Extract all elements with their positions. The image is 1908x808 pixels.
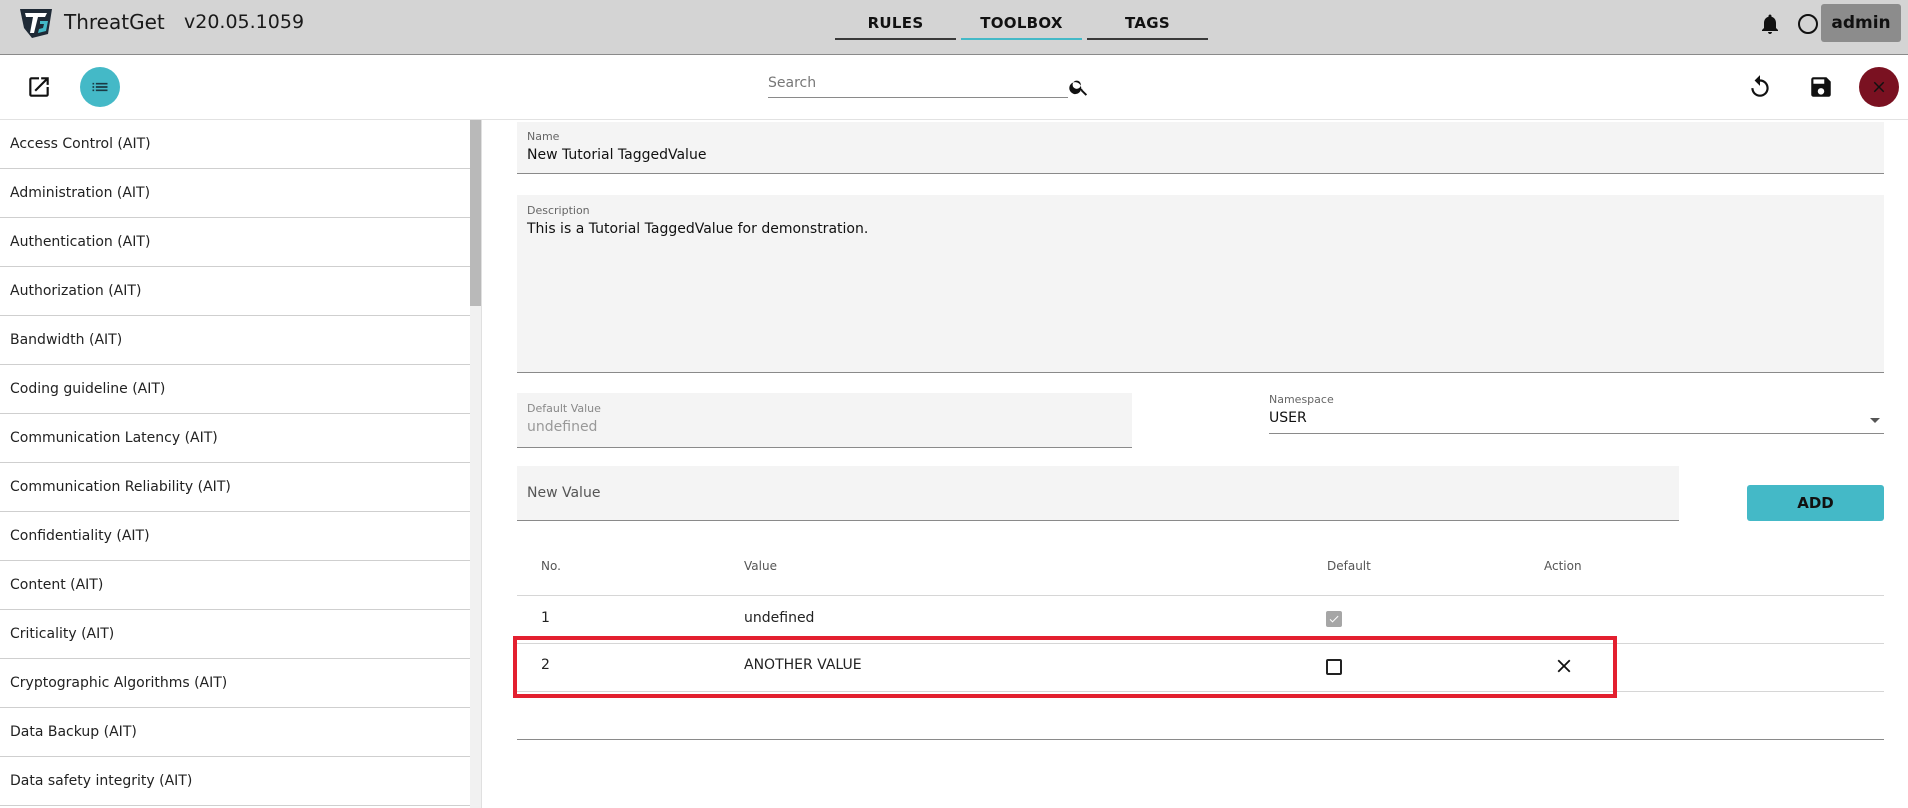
description-field[interactable]: Description This is a Tutorial TaggedVal…: [517, 195, 1884, 373]
sidebar-item-administration[interactable]: Administration (AIT): [0, 169, 470, 218]
new-value-placeholder: New Value: [527, 485, 601, 501]
app-name: ThreatGet: [64, 10, 165, 34]
name-value: New Tutorial TaggedValue: [527, 147, 707, 163]
search-field: [768, 70, 1068, 98]
sidebar-item-bandwidth[interactable]: Bandwidth (AIT): [0, 316, 470, 365]
sidebar-item-communication-reliability[interactable]: Communication Reliability (AIT): [0, 463, 470, 512]
sidebar-list: Access Control (AIT) Administration (AIT…: [0, 120, 470, 806]
default-value-label: Default Value: [527, 402, 601, 415]
threatget-logo: [20, 9, 52, 38]
sidebar-item-coding-guideline[interactable]: Coding guideline (AIT): [0, 365, 470, 414]
add-value-button[interactable]: ADD: [1747, 485, 1884, 521]
tab-rules[interactable]: RULES: [835, 0, 956, 40]
sidebar-item-authentication[interactable]: Authentication (AIT): [0, 218, 470, 267]
sidebar-item-data-backup[interactable]: Data Backup (AIT): [0, 708, 470, 757]
highlight-box: [513, 636, 1617, 698]
tab-tags[interactable]: TAGS: [1087, 0, 1208, 40]
undo-icon[interactable]: [1747, 74, 1773, 100]
row-value: undefined: [744, 610, 815, 626]
table-header-value: Value: [744, 559, 777, 573]
new-value-field[interactable]: New Value: [517, 466, 1679, 521]
namespace-label: Namespace: [1269, 393, 1334, 406]
default-value-field: Default Value undefined: [517, 393, 1132, 448]
table-divider: [517, 595, 1884, 596]
sidebar: Access Control (AIT) Administration (AIT…: [0, 120, 482, 808]
name-field[interactable]: Name New Tutorial TaggedValue: [517, 122, 1884, 174]
sidebar-scrollbar-thumb[interactable]: [470, 120, 481, 306]
search-icon[interactable]: [1068, 76, 1090, 98]
sidebar-item-access-control[interactable]: Access Control (AIT): [0, 120, 470, 169]
default-checkbox: [1326, 611, 1342, 627]
close-button[interactable]: [1859, 67, 1899, 107]
sidebar-item-data-safety-integrity[interactable]: Data safety integrity (AIT): [0, 757, 470, 806]
sidebar-item-cryptographic-algorithms[interactable]: Cryptographic Algorithms (AIT): [0, 659, 470, 708]
description-label: Description: [527, 204, 590, 217]
table-header-default: Default: [1327, 559, 1371, 573]
nav-tabs: RULES TOOLBOX TAGS: [835, 0, 1213, 40]
bell-icon[interactable]: [1758, 12, 1782, 36]
table-bottom-line: [517, 739, 1884, 740]
description-value: This is a Tutorial TaggedValue for demon…: [527, 221, 869, 237]
list-view-button[interactable]: [80, 67, 120, 107]
toolbar: [0, 56, 1908, 120]
sidebar-item-confidentiality[interactable]: Confidentiality (AIT): [0, 512, 470, 561]
close-icon: [1873, 81, 1885, 93]
tab-toolbox[interactable]: TOOLBOX: [961, 0, 1082, 40]
row-number: 1: [541, 610, 550, 626]
app-version: v20.05.1059: [184, 11, 305, 33]
sidebar-item-authorization[interactable]: Authorization (AIT): [0, 267, 470, 316]
save-icon[interactable]: [1808, 74, 1834, 100]
user-menu-button[interactable]: admin: [1821, 4, 1901, 42]
sidebar-item-communication-latency[interactable]: Communication Latency (AIT): [0, 414, 470, 463]
chevron-down-icon: [1870, 418, 1880, 423]
default-value-value: undefined: [527, 419, 598, 435]
namespace-value: USER: [1269, 410, 1307, 426]
status-circle-icon[interactable]: [1798, 14, 1818, 34]
open-in-new-icon[interactable]: [26, 74, 52, 100]
table-header-action: Action: [1544, 559, 1582, 573]
search-input[interactable]: [768, 70, 1068, 96]
sidebar-item-content[interactable]: Content (AIT): [0, 561, 470, 610]
namespace-select[interactable]: Namespace USER: [1269, 392, 1884, 434]
check-icon: [1329, 615, 1339, 623]
name-label: Name: [527, 130, 560, 143]
list-icon: [92, 82, 108, 92]
table-header-no: No.: [541, 559, 561, 573]
sidebar-item-criticality[interactable]: Criticality (AIT): [0, 610, 470, 659]
app-bar: ThreatGet v20.05.1059 RULES TOOLBOX TAGS…: [0, 0, 1908, 55]
